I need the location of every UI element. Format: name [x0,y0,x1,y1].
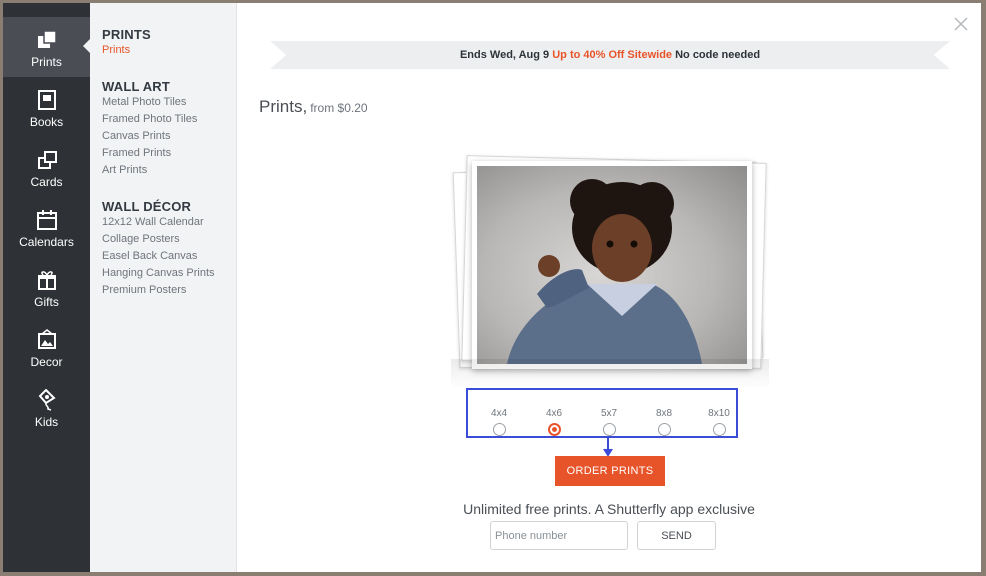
size-option-4x4[interactable]: 4x4 [484,408,514,436]
size-selector: 4x4 4x6 5x7 8x8 8x10 [466,388,738,438]
size-option-8x10[interactable]: 8x10 [704,408,734,436]
rail-item-calendars[interactable]: Calendars [3,197,90,257]
menu-heading-prints: PRINTS [102,27,151,42]
book-icon [38,90,56,110]
rail-item-gifts[interactable]: Gifts [3,257,90,317]
rail-label: Gifts [34,295,59,309]
size-option-8x8[interactable]: 8x8 [649,408,679,436]
rail-item-prints[interactable]: Prints [3,17,90,77]
size-label: 8x8 [655,408,673,419]
send-button[interactable]: SEND [637,521,716,550]
rail-label: Prints [31,55,62,69]
order-prints-button[interactable]: ORDER PRINTS [555,456,665,486]
size-radio[interactable] [492,423,506,436]
category-rail: Prints Books Cards Calendars Gifts Decor… [3,3,90,572]
calendar-icon [37,210,57,230]
menu-heading-wall-art: WALL ART [102,79,171,94]
rail-item-cards[interactable]: Cards [3,137,90,197]
size-label: 5x7 [600,408,618,419]
rail-label: Calendars [19,235,74,249]
banner-date: Ends Wed, Aug 9 [459,49,550,61]
promo-banner: Ends Wed, Aug 9 Up to 40% Off Sitewide N… [270,41,950,69]
rail-item-kids[interactable]: Kids [3,377,90,437]
size-radio[interactable] [602,423,616,436]
size-option-5x7[interactable]: 5x7 [594,408,624,436]
menu-link-hanging-canvas-prints[interactable]: Hanging Canvas Prints [102,267,215,279]
size-label: 4x6 [545,408,563,419]
menu-link-art-prints[interactable]: Art Prints [102,164,147,176]
menu-link-premium-posters[interactable]: Premium Posters [102,284,186,296]
menu-link-canvas-prints[interactable]: Canvas Prints [102,130,170,142]
menu-link-collage-posters[interactable]: Collage Posters [102,233,180,245]
rail-label: Cards [30,175,63,189]
page-title: Prints, from $0.20 [259,97,368,117]
picture-frame-icon [38,329,56,349]
rail-label: Kids [34,415,59,429]
close-icon[interactable] [952,15,970,33]
size-radio-selected[interactable] [547,423,561,436]
banner-promo: Up to 40% Off Sitewide [552,49,673,61]
menu-heading-wall-decor: WALL DÉCOR [102,199,192,214]
menu-link-metal-photo-tiles[interactable]: Metal Photo Tiles [102,96,186,108]
menu-link-framed-photo-tiles[interactable]: Framed Photo Tiles [102,113,197,125]
product-modal: Prints Books Cards Calendars Gifts Decor… [3,3,981,572]
photo-image [477,166,747,364]
size-option-4x6[interactable]: 4x6 [539,408,569,436]
size-radio[interactable] [657,423,671,436]
photo-reflection [451,359,769,389]
menu-link-framed-prints[interactable]: Framed Prints [102,147,171,159]
product-title: Prints, [259,97,308,116]
prints-icon [38,30,57,48]
category-menu: PRINTS Prints WALL ART Metal Photo Tiles… [90,3,237,572]
kite-icon [38,389,56,411]
cards-icon [38,151,57,169]
app-promo-text: Unlimited free prints. A Shutterfly app … [463,501,755,517]
rail-label: Decor [30,355,63,369]
size-label: 8x10 [708,408,730,419]
product-price: from $0.20 [310,101,368,115]
gift-icon [38,271,56,290]
phone-number-input[interactable] [490,521,628,550]
product-photo [472,161,752,369]
size-radio[interactable] [712,423,726,436]
banner-note: No code needed [675,49,761,61]
rail-label: Books [29,115,64,129]
size-label: 4x4 [490,408,508,419]
rail-item-decor[interactable]: Decor [3,317,90,377]
product-preview [446,153,776,378]
menu-link-prints[interactable]: Prints [102,44,130,56]
rail-item-books[interactable]: Books [3,77,90,137]
menu-link-easel-back-canvas[interactable]: Easel Back Canvas [102,250,197,262]
menu-link-wall-calendar[interactable]: 12x12 Wall Calendar [102,216,204,228]
